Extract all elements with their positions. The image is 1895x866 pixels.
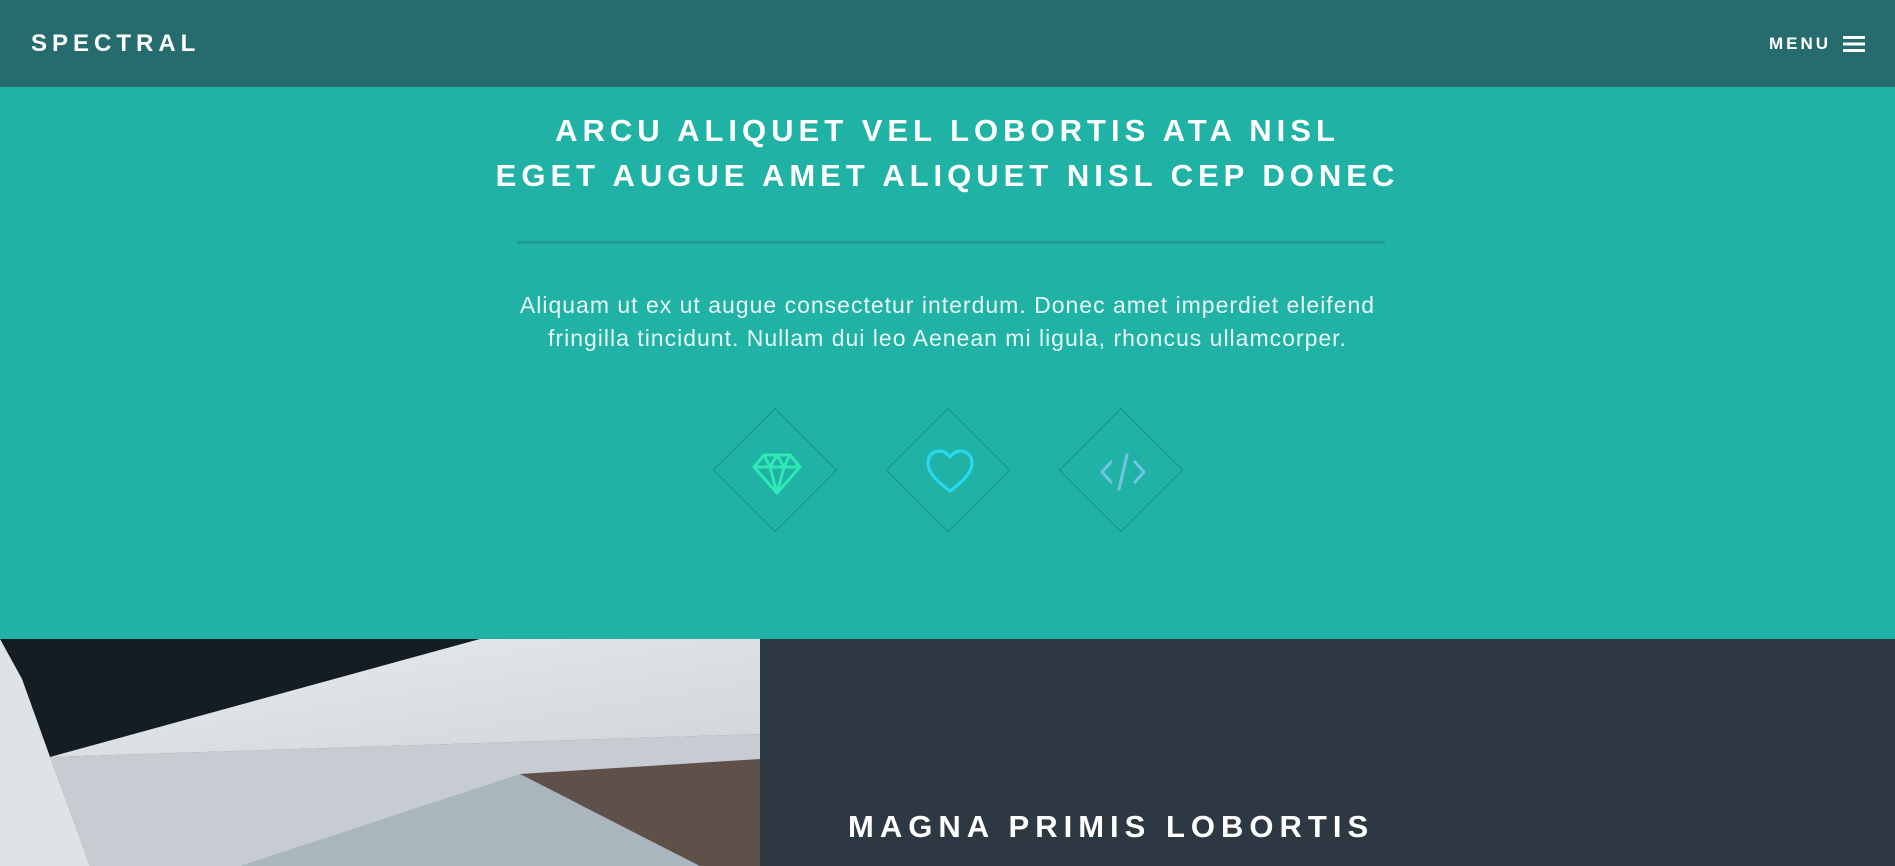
features-title: MAGNA PRIMIS LOBORTIS bbox=[848, 809, 1375, 844]
banner-icons bbox=[0, 407, 1895, 557]
site-logo[interactable]: SPECTRAL bbox=[31, 30, 200, 58]
hamburger-icon bbox=[1843, 35, 1865, 53]
diamond-gem-icon bbox=[712, 407, 842, 537]
menu-label: MENU bbox=[1768, 33, 1831, 53]
banner-lead-text: Aliquam ut ex ut augue consectetur inter… bbox=[0, 289, 1895, 355]
features-section: MAGNA PRIMIS LOBORTIS bbox=[0, 639, 1895, 866]
banner-section: ARCU ALIQUET VEL LOBORTIS ATA NISL EGET … bbox=[0, 87, 1895, 639]
headline-line-1: ARCU ALIQUET VEL LOBORTIS ATA NISL bbox=[555, 113, 1340, 148]
menu-button[interactable]: MENU bbox=[1769, 34, 1865, 54]
lead-line-1: Aliquam ut ex ut augue consectetur inter… bbox=[519, 292, 1376, 318]
monitor-photo bbox=[0, 639, 760, 866]
code-icon bbox=[1058, 407, 1188, 537]
headline-line-2: EGET AUGUE AMET ALIQUET NISL CEP DONEC bbox=[495, 158, 1400, 193]
banner-headline: ARCU ALIQUET VEL LOBORTIS ATA NISL EGET … bbox=[0, 108, 1895, 198]
heart-icon bbox=[885, 407, 1015, 537]
top-header: SPECTRAL MENU bbox=[0, 0, 1895, 87]
banner-divider bbox=[517, 241, 1385, 244]
lead-line-2: fringilla tincidunt. Nullam dui leo Aene… bbox=[548, 325, 1347, 351]
